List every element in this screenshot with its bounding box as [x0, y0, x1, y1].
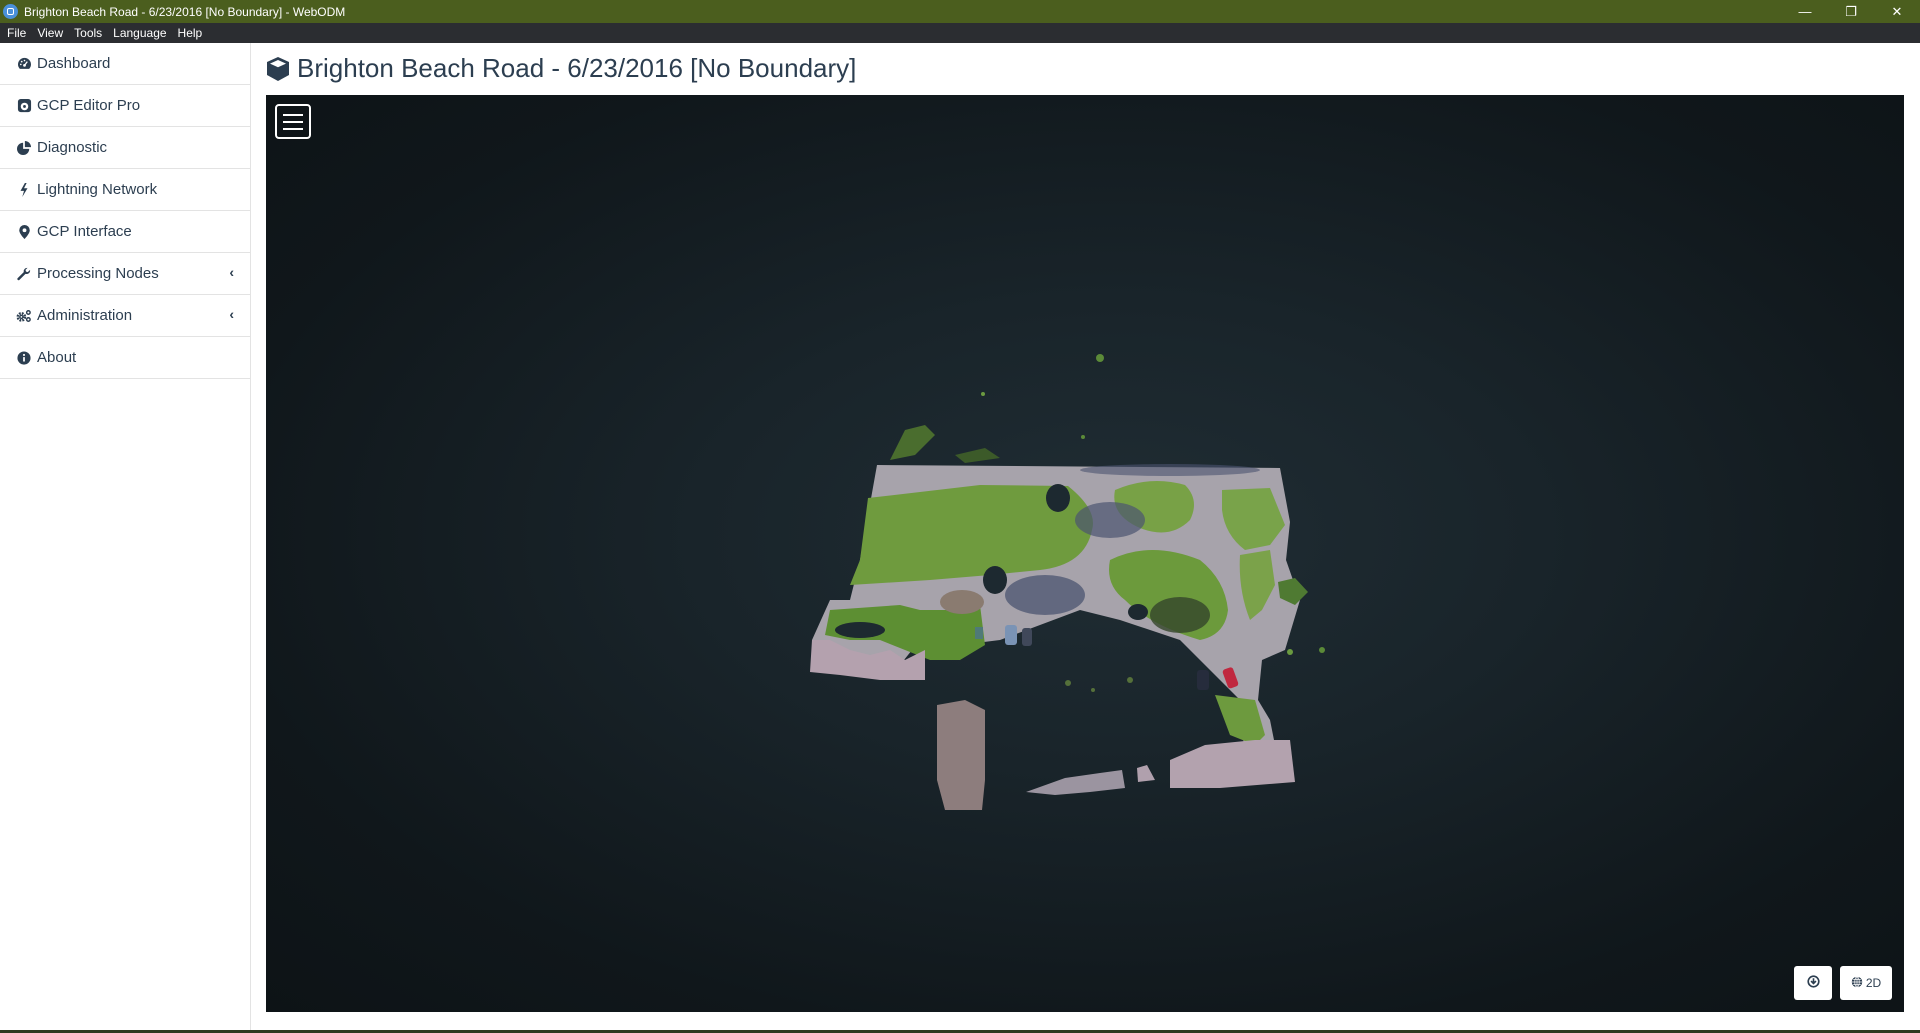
page-title: Brighton Beach Road - 6/23/2016 [No Boun…: [265, 53, 856, 84]
point-cloud-gazebo: [940, 590, 984, 614]
cogs-icon: [16, 308, 32, 324]
point-cloud-foliage: [1091, 688, 1095, 692]
point-cloud-shadow: [1150, 597, 1210, 633]
chevron-left-icon[interactable]: ‹: [229, 306, 234, 322]
hamburger-icon: [283, 113, 303, 116]
point-cloud-gap: [1128, 604, 1148, 620]
page-title-text: Brighton Beach Road - 6/23/2016 [No Boun…: [297, 53, 857, 83]
hamburger-icon-line: [283, 120, 303, 123]
point-cloud-viewer[interactable]: 2D: [266, 95, 1904, 1012]
dashboard-icon: [16, 56, 32, 72]
point-cloud-rocks: [1137, 765, 1155, 782]
sidebar-item-label: About: [37, 349, 77, 366]
gcp-editor-icon: [16, 98, 32, 114]
sidebar-item-about[interactable]: About: [0, 337, 250, 379]
menubar: File View Tools Language Help: [0, 23, 1920, 43]
point-cloud-bench: [975, 627, 983, 639]
minimize-button[interactable]: —: [1782, 0, 1828, 23]
point-cloud-rocks-strip: [1026, 770, 1125, 795]
sidebar-item-label: Processing Nodes: [37, 265, 159, 282]
sidebar: Dashboard GCP Editor Pro Diagnostic Ligh…: [0, 43, 251, 1031]
view-mode-2d-button[interactable]: 2D: [1840, 966, 1892, 1000]
point-cloud-car: [1197, 670, 1209, 690]
webodm-app-icon: [3, 4, 18, 19]
menu-tools[interactable]: Tools: [74, 26, 102, 40]
sidebar-item-dashboard[interactable]: Dashboard: [0, 43, 250, 85]
pie-chart-icon: [16, 140, 32, 156]
point-cloud-render: [810, 354, 1325, 810]
point-cloud-foliage: [981, 392, 985, 396]
point-cloud-foliage: [1065, 680, 1071, 686]
menu-view[interactable]: View: [37, 26, 63, 40]
point-cloud-foliage: [1127, 677, 1133, 683]
chevron-left-icon[interactable]: ‹: [229, 264, 234, 280]
sidebar-item-label: Administration: [37, 307, 133, 324]
close-button[interactable]: ✕: [1874, 0, 1920, 23]
sidebar-item-gcp-interface[interactable]: GCP Interface: [0, 211, 250, 253]
sidebar-item-lightning-network[interactable]: Lightning Network: [0, 169, 250, 211]
point-cloud-car: [1022, 628, 1032, 646]
info-circle-icon: [16, 350, 32, 366]
sidebar-item-label: GCP Interface: [37, 223, 132, 240]
map-marker-icon: [16, 224, 32, 240]
viewer-menu-button[interactable]: [275, 104, 311, 139]
menu-help[interactable]: Help: [178, 26, 203, 40]
download-button[interactable]: [1794, 966, 1832, 1000]
menu-language[interactable]: Language: [113, 26, 166, 40]
sidebar-item-label: GCP Editor Pro: [37, 97, 141, 114]
main-content: Brighton Beach Road - 6/23/2016 [No Boun…: [252, 43, 1920, 1031]
wrench-icon: [16, 266, 32, 282]
point-cloud-shadow: [1080, 464, 1260, 476]
sidebar-item-label: Lightning Network: [37, 181, 158, 198]
bolt-icon: [16, 182, 32, 198]
point-cloud-foliage: [1287, 649, 1293, 655]
point-cloud-gravel-bottom-right: [1170, 740, 1295, 788]
sidebar-item-label: Diagnostic: [37, 139, 108, 156]
point-cloud-shadow: [1005, 575, 1085, 615]
point-cloud-foliage: [890, 425, 935, 460]
point-cloud-foliage: [1096, 354, 1104, 362]
point-cloud-shadow: [1075, 502, 1145, 538]
point-cloud-pier: [937, 700, 985, 810]
point-cloud-gap: [1046, 484, 1070, 512]
sidebar-item-processing-nodes[interactable]: Processing Nodes ‹: [0, 253, 250, 295]
point-cloud-gap: [835, 622, 885, 638]
globe-icon: [1851, 975, 1863, 991]
view-mode-label: 2D: [1865, 976, 1882, 990]
restore-button[interactable]: ❐: [1828, 0, 1874, 23]
point-cloud-foliage: [1319, 647, 1325, 653]
menu-file[interactable]: File: [7, 26, 26, 40]
point-cloud-gap: [983, 566, 1007, 594]
download-icon: [1806, 975, 1820, 991]
window-title: Brighton Beach Road - 6/23/2016 [No Boun…: [24, 4, 346, 19]
sidebar-item-diagnostic[interactable]: Diagnostic: [0, 127, 250, 169]
cube-icon: [265, 56, 291, 82]
point-cloud-foliage: [955, 448, 1000, 463]
window-titlebar: Brighton Beach Road - 6/23/2016 [No Boun…: [0, 0, 1920, 23]
sidebar-item-administration[interactable]: Administration ‹: [0, 295, 250, 337]
point-cloud-foliage: [1081, 435, 1085, 439]
hamburger-icon-line: [283, 127, 303, 130]
viewer-controls: 2D: [1794, 966, 1892, 1000]
sidebar-item-gcp-editor-pro[interactable]: GCP Editor Pro: [0, 85, 250, 127]
point-cloud-car: [1005, 625, 1017, 645]
sidebar-item-label: Dashboard: [37, 55, 111, 72]
